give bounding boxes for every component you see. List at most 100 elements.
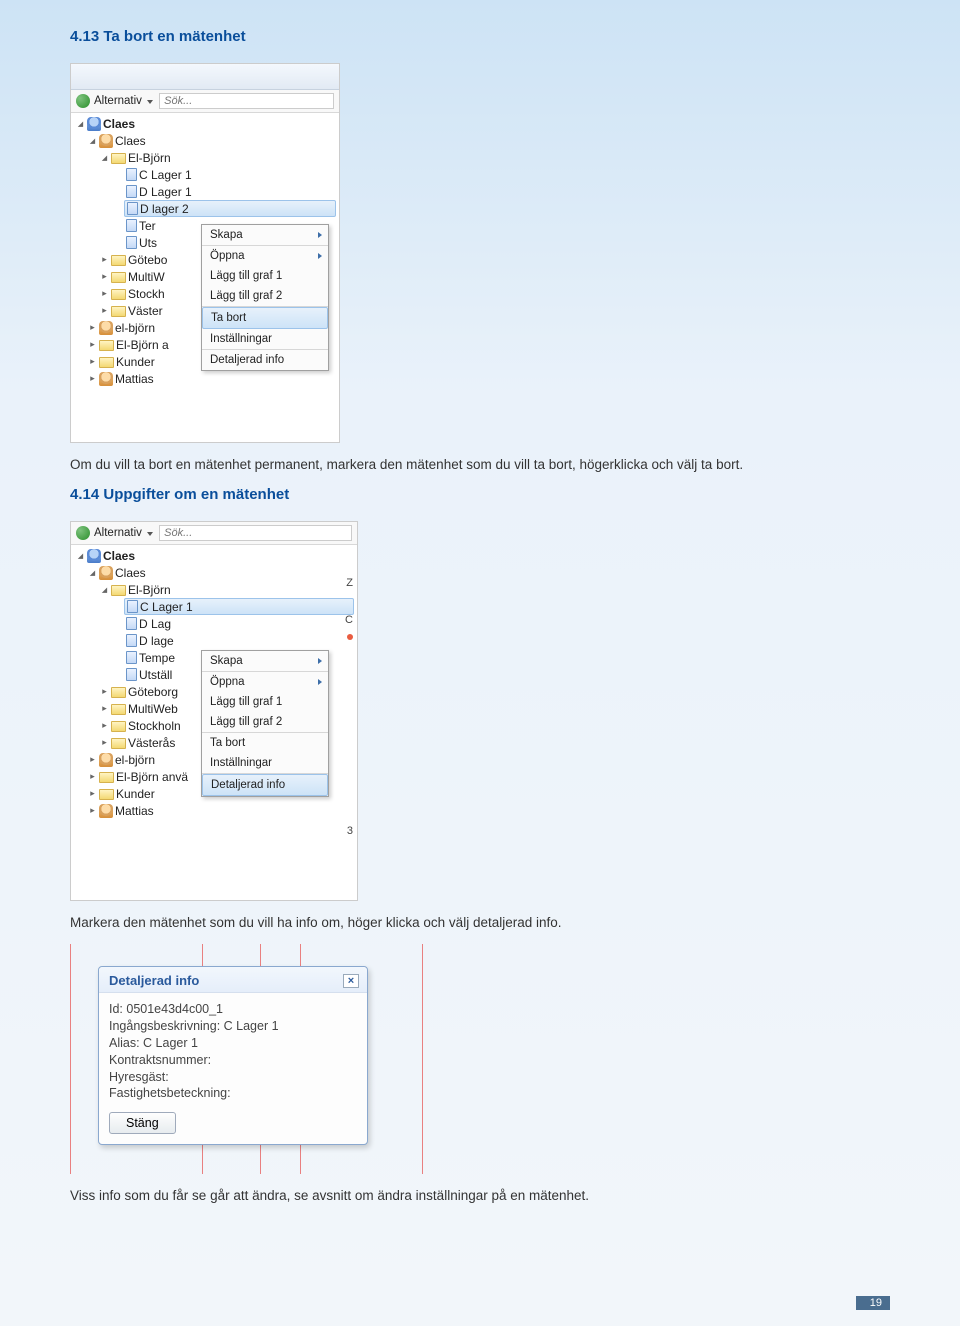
folder-icon	[99, 357, 114, 368]
context-menu-2: Skapa Öppna Lägg till graf 1 Lägg till g…	[201, 650, 329, 797]
dialog-detaljerad-info: Detaljerad info × Id: 0501e43d4c00_1 Ing…	[98, 966, 368, 1145]
tree-node[interactable]: Stockholn	[128, 719, 181, 733]
folder-icon	[111, 153, 126, 164]
tree-node[interactable]: El-Björn	[128, 151, 171, 165]
stang-button[interactable]: Stäng	[109, 1112, 176, 1134]
folder-icon	[99, 772, 114, 783]
menu-graf2[interactable]: Lägg till graf 2	[202, 286, 328, 307]
file-icon	[126, 617, 137, 630]
file-icon	[126, 185, 137, 198]
body-text-3: Viss info som du får se går att ändra, s…	[70, 1188, 890, 1203]
tree-node[interactable]: el-björn	[115, 753, 155, 767]
person-icon	[99, 753, 113, 767]
menu-detaljerad[interactable]: Detaljerad info	[202, 774, 328, 796]
tree-node-selected[interactable]: D lager 2	[140, 202, 189, 216]
tree-node[interactable]: Claes	[115, 566, 146, 580]
menu-skapa[interactable]: Skapa	[202, 651, 328, 672]
tree-node[interactable]: Tempe	[139, 651, 175, 665]
tree-node[interactable]: el-björn	[115, 321, 155, 335]
search-input[interactable]	[159, 525, 352, 541]
edge-number-3: 3	[347, 825, 353, 837]
tree-node[interactable]: Claes	[103, 549, 135, 563]
tree-node[interactable]: El-Björn	[128, 583, 171, 597]
alternativ-dropdown[interactable]: Alternativ	[94, 527, 153, 539]
tree-node[interactable]: Stockh	[128, 287, 165, 301]
person-icon	[99, 566, 113, 580]
chevron-right-icon	[318, 232, 322, 238]
toolbar-2: Alternativ	[71, 522, 357, 545]
page-number: 19	[856, 1296, 890, 1310]
info-fastighet: Fastighetsbeteckning:	[109, 1085, 357, 1102]
context-menu-1: Skapa Öppna Lägg till graf 1 Lägg till g…	[201, 224, 329, 371]
chevron-right-icon	[318, 253, 322, 259]
file-icon	[126, 236, 137, 249]
folder-icon	[111, 585, 126, 596]
menu-tabort[interactable]: Ta bort	[202, 307, 328, 329]
info-alias: Alias: C Lager 1	[109, 1035, 357, 1052]
info-hyresgast: Hyresgäst:	[109, 1069, 357, 1086]
menu-graf1[interactable]: Lägg till graf 1	[202, 266, 328, 286]
menu-graf1[interactable]: Lägg till graf 1	[202, 692, 328, 712]
folder-icon	[111, 255, 126, 266]
folder-icon	[111, 738, 126, 749]
tree-node[interactable]: El-Björn a	[116, 338, 169, 352]
edge-letter-c: C	[345, 614, 353, 626]
menu-graf2[interactable]: Lägg till graf 2	[202, 712, 328, 733]
person-icon	[99, 134, 113, 148]
person-icon	[99, 372, 113, 386]
menu-detaljerad[interactable]: Detaljerad info	[202, 350, 328, 370]
file-icon	[126, 219, 137, 232]
alternativ-dropdown[interactable]: Alternativ	[94, 95, 153, 107]
tree-node[interactable]: Mattias	[115, 372, 154, 386]
tree-node[interactable]: D Lager 1	[139, 185, 192, 199]
folder-icon	[111, 306, 126, 317]
tree-node[interactable]: C Lager 1	[139, 168, 192, 182]
tree-node[interactable]: Uts	[139, 236, 157, 250]
tree-node[interactable]: Ter	[139, 219, 156, 233]
tree-node[interactable]: Kunder	[116, 355, 155, 369]
refresh-icon[interactable]	[76, 526, 90, 540]
search-input[interactable]	[159, 93, 334, 109]
file-icon	[127, 202, 138, 215]
tree-node[interactable]: Utställ	[139, 668, 172, 682]
menu-oppna[interactable]: Öppna	[202, 246, 328, 266]
folder-icon	[111, 687, 126, 698]
tree-node[interactable]: Västerås	[128, 736, 175, 750]
tree-node[interactable]: Claes	[103, 117, 135, 131]
file-icon	[126, 634, 137, 647]
body-text-1: Om du vill ta bort en mätenhet permanent…	[70, 457, 890, 472]
tree-node[interactable]: Claes	[115, 134, 146, 148]
tree-node[interactable]: D lage	[139, 634, 174, 648]
menu-tabort[interactable]: Ta bort	[202, 733, 328, 753]
menu-installningar[interactable]: Inställningar	[202, 329, 328, 350]
tree-node[interactable]: Götebo	[128, 253, 167, 267]
person-icon	[87, 117, 101, 131]
menu-oppna[interactable]: Öppna	[202, 672, 328, 692]
tree-node[interactable]: MultiW	[128, 270, 165, 284]
screenshot-3: Detaljerad info × Id: 0501e43d4c00_1 Ing…	[62, 944, 442, 1174]
red-dot-icon	[347, 634, 353, 640]
menu-installningar[interactable]: Inställningar	[202, 753, 328, 774]
person-icon	[99, 321, 113, 335]
refresh-icon[interactable]	[76, 94, 90, 108]
screenshot-2: Alternativ Z C 3 Claes Claes El-Björn C …	[70, 521, 358, 901]
chevron-right-icon	[318, 679, 322, 685]
tree-node[interactable]: MultiWeb	[128, 702, 178, 716]
tree-node-selected[interactable]: C Lager 1	[140, 600, 193, 614]
folder-icon	[111, 272, 126, 283]
chevron-right-icon	[318, 658, 322, 664]
tree-node[interactable]: Göteborg	[128, 685, 178, 699]
tree-node[interactable]: Mattias	[115, 804, 154, 818]
file-icon	[126, 668, 137, 681]
dialog-title: Detaljerad info	[109, 973, 199, 988]
tree-node[interactable]: Väster	[128, 304, 163, 318]
body-text-2: Markera den mätenhet som du vill ha info…	[70, 915, 890, 930]
menu-skapa[interactable]: Skapa	[202, 225, 328, 246]
folder-icon	[99, 340, 114, 351]
tree-node[interactable]: El-Björn anvä	[116, 770, 188, 784]
folder-icon	[111, 289, 126, 300]
tree-node[interactable]: Kunder	[116, 787, 155, 801]
close-icon[interactable]: ×	[343, 974, 359, 988]
folder-icon	[111, 704, 126, 715]
tree-node[interactable]: D Lag	[139, 617, 171, 631]
